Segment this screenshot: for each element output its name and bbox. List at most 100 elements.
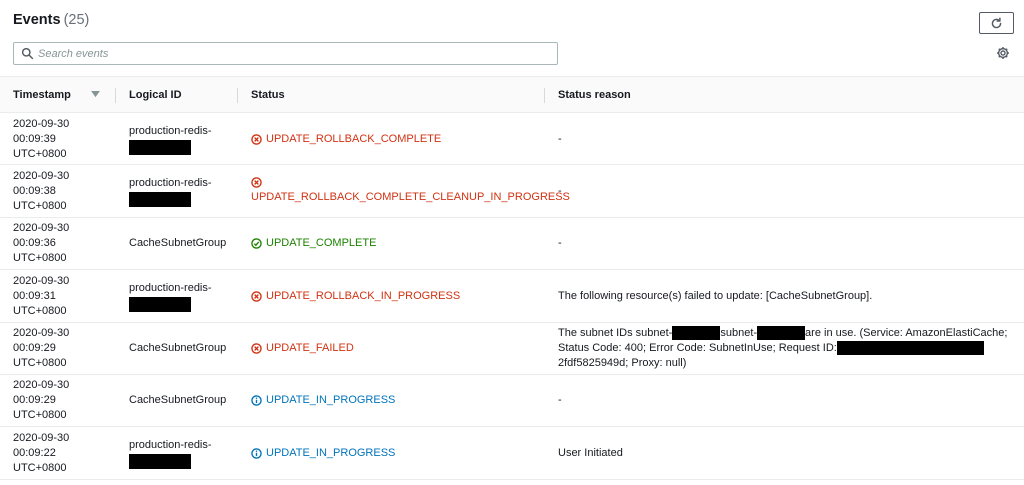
timestamp-date: 2020-09-30 bbox=[13, 431, 70, 444]
status-badge: UPDATE_FAILED bbox=[251, 341, 354, 356]
column-separator[interactable] bbox=[237, 88, 238, 103]
logical-id-text: production-redis- bbox=[129, 176, 212, 189]
status-text: UPDATE_FAILED bbox=[266, 342, 354, 355]
redacted-block bbox=[129, 139, 191, 155]
logical-id-text: CacheSubnetGroup bbox=[129, 342, 227, 355]
reason-fragment: Status Code: 400; Error Code: SubnetInUs… bbox=[558, 342, 837, 355]
timestamp-date: 2020-09-30 bbox=[13, 222, 70, 235]
page-title: Events (25) bbox=[13, 12, 89, 28]
search-input[interactable] bbox=[38, 45, 538, 62]
status-cell: UPDATE_IN_PROGRESS bbox=[251, 427, 541, 479]
status-cell: UPDATE_ROLLBACK_COMPLETE_CLEANUP_IN_PROG… bbox=[251, 165, 570, 217]
logical-id-cell: CacheSubnetGroup bbox=[129, 323, 239, 375]
timestamp-cell: 2020-09-30 00:09:38 UTC+0800 bbox=[13, 165, 108, 217]
table-row: 2020-09-30 00:09:31 UTC+0800 production-re… bbox=[0, 270, 1024, 323]
status-cell: UPDATE_ROLLBACK_COMPLETE bbox=[251, 113, 541, 165]
timestamp-time: 00:09:36 bbox=[13, 237, 56, 250]
success-icon bbox=[251, 238, 262, 250]
sort-down-icon[interactable] bbox=[91, 91, 100, 98]
logical-id-cell: CacheSubnetGroup bbox=[129, 218, 239, 270]
timestamp-date: 2020-09-30 bbox=[13, 169, 70, 182]
status-cell: UPDATE_FAILED bbox=[251, 323, 541, 375]
logical-id-cell: production-redis- bbox=[129, 270, 239, 322]
events-header: Events (25) bbox=[0, 0, 1024, 76]
column-header-status-reason[interactable]: Status reason bbox=[558, 77, 631, 113]
timestamp-cell: 2020-09-30 00:09:36 UTC+0800 bbox=[13, 218, 108, 270]
error-icon bbox=[251, 343, 262, 354]
search-icon bbox=[21, 47, 34, 60]
info-icon bbox=[251, 448, 262, 459]
timestamp-date: 2020-09-30 bbox=[13, 274, 70, 287]
redacted-block bbox=[836, 341, 984, 356]
redacted-block bbox=[129, 453, 191, 469]
table-row: 2020-09-30 00:09:29 UTC+0800 CacheSubnetGr… bbox=[0, 375, 1024, 428]
redacted-block bbox=[129, 191, 191, 207]
error-icon bbox=[251, 290, 262, 302]
timestamp-zone: UTC+0800 bbox=[13, 409, 67, 422]
status-text: UPDATE_IN_PROGRESS bbox=[266, 446, 396, 459]
column-header-timestamp[interactable]: Timestamp bbox=[13, 77, 71, 113]
timestamp-time: 00:09:31 bbox=[13, 289, 56, 302]
table-row: 2020-09-30 00:09:39 UTC+0800 production-re… bbox=[0, 113, 1024, 166]
status-reason-text: - bbox=[558, 237, 562, 250]
status-badge: UPDATE_IN_PROGRESS bbox=[251, 446, 395, 461]
logical-id-cell: production-redis- bbox=[129, 113, 239, 165]
status-reason-cell: The following resource(s) failed to upda… bbox=[558, 270, 1018, 322]
timestamp-zone: UTC+0800 bbox=[13, 199, 67, 212]
timestamp-cell: 2020-09-30 00:09:39 UTC+0800 bbox=[13, 113, 108, 165]
status-reason-cell: The subnet IDs subnet-subnet-are in use.… bbox=[558, 323, 1018, 375]
timestamp-cell: 2020-09-30 00:09:31 UTC+0800 bbox=[13, 270, 108, 322]
info-icon bbox=[251, 395, 262, 407]
table-row: 2020-09-30 00:09:36 UTC+0800 CacheSubnetGr… bbox=[0, 218, 1024, 271]
table-row: 2020-09-30 00:09:38 UTC+0800 production-re… bbox=[0, 165, 1024, 218]
timestamp-cell: 2020-09-30 00:09:29 UTC+0800 bbox=[13, 375, 108, 427]
timestamp-cell: 2020-09-30 00:09:22 UTC+0800 bbox=[13, 427, 108, 479]
column-header-status[interactable]: Status bbox=[251, 77, 285, 113]
events-table: Timestamp Logical ID Status Status reaso… bbox=[0, 76, 1024, 480]
gear-icon[interactable] bbox=[996, 46, 1010, 60]
refresh-icon bbox=[991, 16, 1002, 28]
timestamp-zone: UTC+0800 bbox=[13, 304, 67, 317]
logical-id-text: production-redis- bbox=[129, 124, 212, 137]
status-reason-text: - bbox=[558, 394, 562, 407]
status-reason-text: The following resource(s) failed to upda… bbox=[558, 289, 873, 302]
error-icon bbox=[251, 177, 262, 189]
status-reason-text: - bbox=[558, 184, 562, 197]
logical-id-text: production-redis- bbox=[129, 438, 212, 451]
column-separator[interactable] bbox=[115, 88, 116, 103]
logical-id-text: CacheSubnetGroup bbox=[129, 237, 227, 250]
status-text: UPDATE_ROLLBACK_COMPLETE_CLEANUP_IN_PROG… bbox=[251, 191, 570, 204]
reason-fragment: subnet- bbox=[720, 327, 758, 340]
status-cell: UPDATE_ROLLBACK_IN_PROGRESS bbox=[251, 270, 541, 322]
table-row: 2020-09-30 00:09:22 UTC+0800 production-re… bbox=[0, 427, 1024, 480]
timestamp-date: 2020-09-30 bbox=[13, 379, 70, 392]
column-header-logical-id[interactable]: Logical ID bbox=[129, 77, 182, 113]
logical-id-cell: production-redis- bbox=[129, 165, 239, 217]
refresh-button[interactable] bbox=[979, 12, 1014, 34]
status-reason-cell: - bbox=[558, 113, 1018, 165]
status-reason-cell: - bbox=[558, 375, 1018, 427]
page-title-text: Events bbox=[13, 12, 61, 28]
timestamp-time: 00:09:39 bbox=[13, 132, 56, 145]
status-text: UPDATE_ROLLBACK_IN_PROGRESS bbox=[266, 289, 461, 302]
redacted-block bbox=[672, 326, 721, 341]
status-cell: UPDATE_COMPLETE bbox=[251, 218, 541, 270]
logical-id-cell: production-redis- bbox=[129, 427, 239, 479]
timestamp-time: 00:09:29 bbox=[13, 342, 56, 355]
status-badge: UPDATE_ROLLBACK_IN_PROGRESS bbox=[251, 289, 460, 304]
status-reason-text: - bbox=[558, 132, 562, 145]
error-icon bbox=[251, 133, 262, 145]
logical-id-text: CacheSubnetGroup bbox=[129, 394, 227, 407]
status-text: UPDATE_IN_PROGRESS bbox=[266, 394, 396, 407]
status-reason-text: User Initiated bbox=[558, 446, 623, 459]
timestamp-zone: UTC+0800 bbox=[13, 461, 67, 474]
status-cell: UPDATE_IN_PROGRESS bbox=[251, 375, 541, 427]
logical-id-cell: CacheSubnetGroup bbox=[129, 375, 239, 427]
timestamp-time: 00:09:38 bbox=[13, 184, 56, 197]
search-box[interactable] bbox=[13, 42, 558, 65]
timestamp-zone: UTC+0800 bbox=[13, 252, 67, 265]
timestamp-zone: UTC+0800 bbox=[13, 147, 67, 160]
column-separator[interactable] bbox=[544, 88, 545, 103]
timestamp-date: 2020-09-30 bbox=[13, 327, 70, 340]
status-text: UPDATE_COMPLETE bbox=[266, 237, 377, 250]
